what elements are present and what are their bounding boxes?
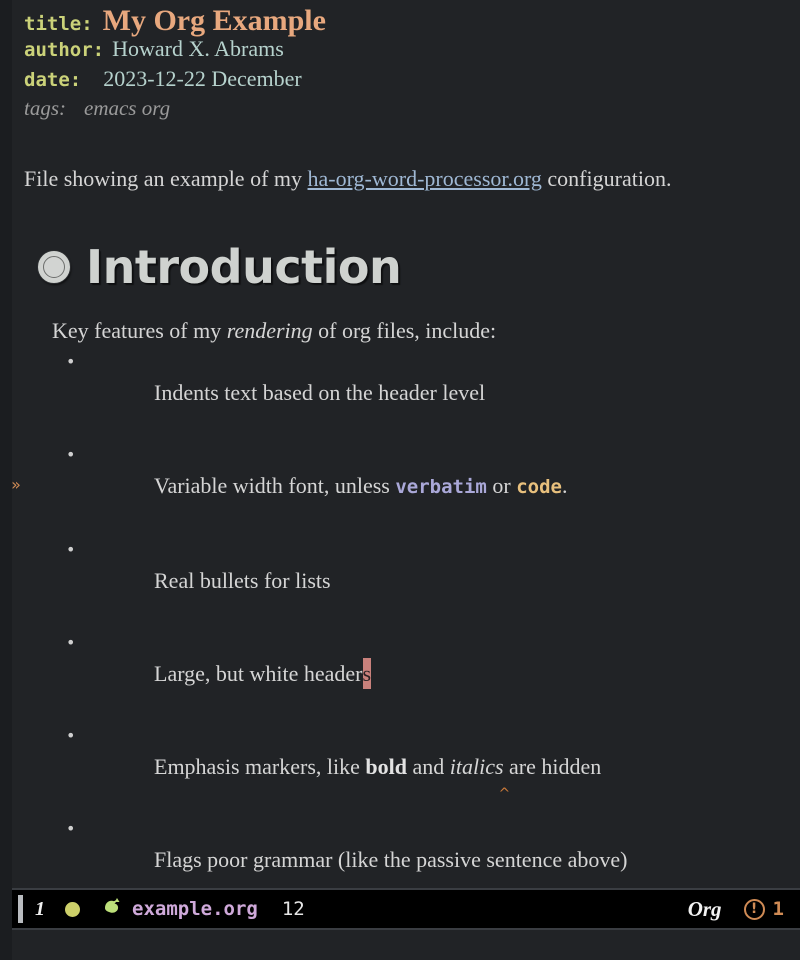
list-bullet-icon: • <box>66 445 76 464</box>
list-item: • Large, but white headers <box>52 627 800 720</box>
list-item: • Flags poor grammar (like the passive se… <box>52 813 800 888</box>
metadata-value-date: 2023-12-22 December <box>103 66 302 91</box>
buffer-content: title: My Org Example author: Howard X. … <box>24 0 800 888</box>
metadata-value-tags: emacs org <box>84 96 171 120</box>
buffer-status-dot-icon <box>65 901 80 917</box>
list-item: • Variable width font, unless verbatim or… <box>52 439 800 534</box>
intro-lead-paragraph: Key features of my rendering of org file… <box>52 316 800 346</box>
metadata-key-date: date: <box>24 69 82 91</box>
intro-text-before: File showing an example of my <box>24 166 308 191</box>
mode-line-bar <box>18 895 23 923</box>
list-item-text-pre: Variable width font, unless <box>154 473 396 498</box>
heading-introduction[interactable]: Introduction <box>24 240 800 294</box>
code-text: code <box>516 476 562 498</box>
metadata-value-title: My Org Example <box>102 4 326 37</box>
metadata-row-title: title: My Org Example <box>24 6 800 36</box>
lead-after: of org files, include: <box>312 318 497 343</box>
list-item: • Emphasis markers, like bold and italics… <box>52 720 800 813</box>
list-item-text: Flags poor grammar (like the passive sen… <box>154 847 628 872</box>
list-item-text: Indents text based on the header level <box>154 380 486 405</box>
filled-ring-bullet-icon <box>24 243 86 291</box>
list-item: • Indents text based on the header level <box>52 346 800 439</box>
bold-text: bold <box>365 754 407 779</box>
org-link-ha-org-word-processor[interactable]: ha-org-word-processor.org <box>308 166 542 191</box>
buffer-name[interactable]: example.org <box>132 898 258 920</box>
major-mode-name[interactable]: Org <box>688 897 722 922</box>
list-bullet-icon: • <box>66 352 76 371</box>
emacs-frame: » title: My Org Example author: Howard X… <box>0 0 800 960</box>
minibuffer[interactable] <box>12 930 800 960</box>
window-number[interactable]: 1 <box>35 898 45 921</box>
intro-paragraph: File showing an example of my ha-org-wor… <box>24 164 800 194</box>
feature-list: • Indents text based on the header level … <box>52 346 800 888</box>
list-item-text-pre: Large, but white header <box>154 661 363 686</box>
metadata-key-tags: tags: <box>24 96 66 120</box>
warning-count[interactable]: 1 <box>773 898 784 920</box>
continuation-arrow-icon: » <box>12 475 21 494</box>
metadata-key-title: title: <box>24 13 93 35</box>
cursor-position: 12 <box>281 898 305 920</box>
list-item-text-post: are hidden <box>503 754 602 779</box>
list-item-text-mid: and <box>407 754 450 779</box>
cursor-char: s <box>362 661 372 686</box>
verbatim-text: verbatim <box>395 476 487 498</box>
list-bullet-icon: • <box>66 633 76 652</box>
text-cursor: s <box>362 658 372 689</box>
list-item-text-post: . <box>561 473 568 498</box>
metadata-row-author: author: Howard X. Abrams <box>24 36 800 66</box>
warning-icon[interactable]: ! <box>743 898 765 920</box>
org-metadata-block: title: My Org Example author: Howard X. … <box>24 0 800 126</box>
list-bullet-icon: • <box>66 819 76 838</box>
list-bullet-icon: • <box>66 540 76 559</box>
list-item: • Real bullets for lists <box>52 534 800 627</box>
mode-line-right: Org ! 1 <box>688 897 800 922</box>
left-fringe: » <box>12 0 24 888</box>
italic-text: italics <box>449 754 504 779</box>
heading-introduction-text: Introduction <box>86 240 402 294</box>
section-introduction-body: Key features of my rendering of org file… <box>52 316 800 888</box>
list-bullet-icon: • <box>66 726 76 745</box>
list-item-text-mid: or <box>486 473 517 498</box>
lead-before: Key features of my <box>52 318 227 343</box>
gnu-emacs-icon <box>102 896 124 923</box>
list-item-text: Real bullets for lists <box>154 568 331 593</box>
intro-text-after: configuration. <box>541 166 672 191</box>
list-item-text-pre: Emphasis markers, like <box>154 754 366 779</box>
metadata-row-tags: tags: emacs org <box>24 96 800 126</box>
mode-line-left: 1 example.org 12 <box>12 895 688 923</box>
metadata-key-author: author: <box>24 39 105 61</box>
lead-italic: rendering <box>226 318 313 343</box>
metadata-value-author: Howard X. Abrams <box>112 36 284 61</box>
mode-line: 1 example.org 12 Org ! 1 <box>12 888 800 930</box>
metadata-row-date: date: 2023-12-22 December <box>24 66 800 96</box>
text-window[interactable]: » title: My Org Example author: Howard X… <box>12 0 800 888</box>
